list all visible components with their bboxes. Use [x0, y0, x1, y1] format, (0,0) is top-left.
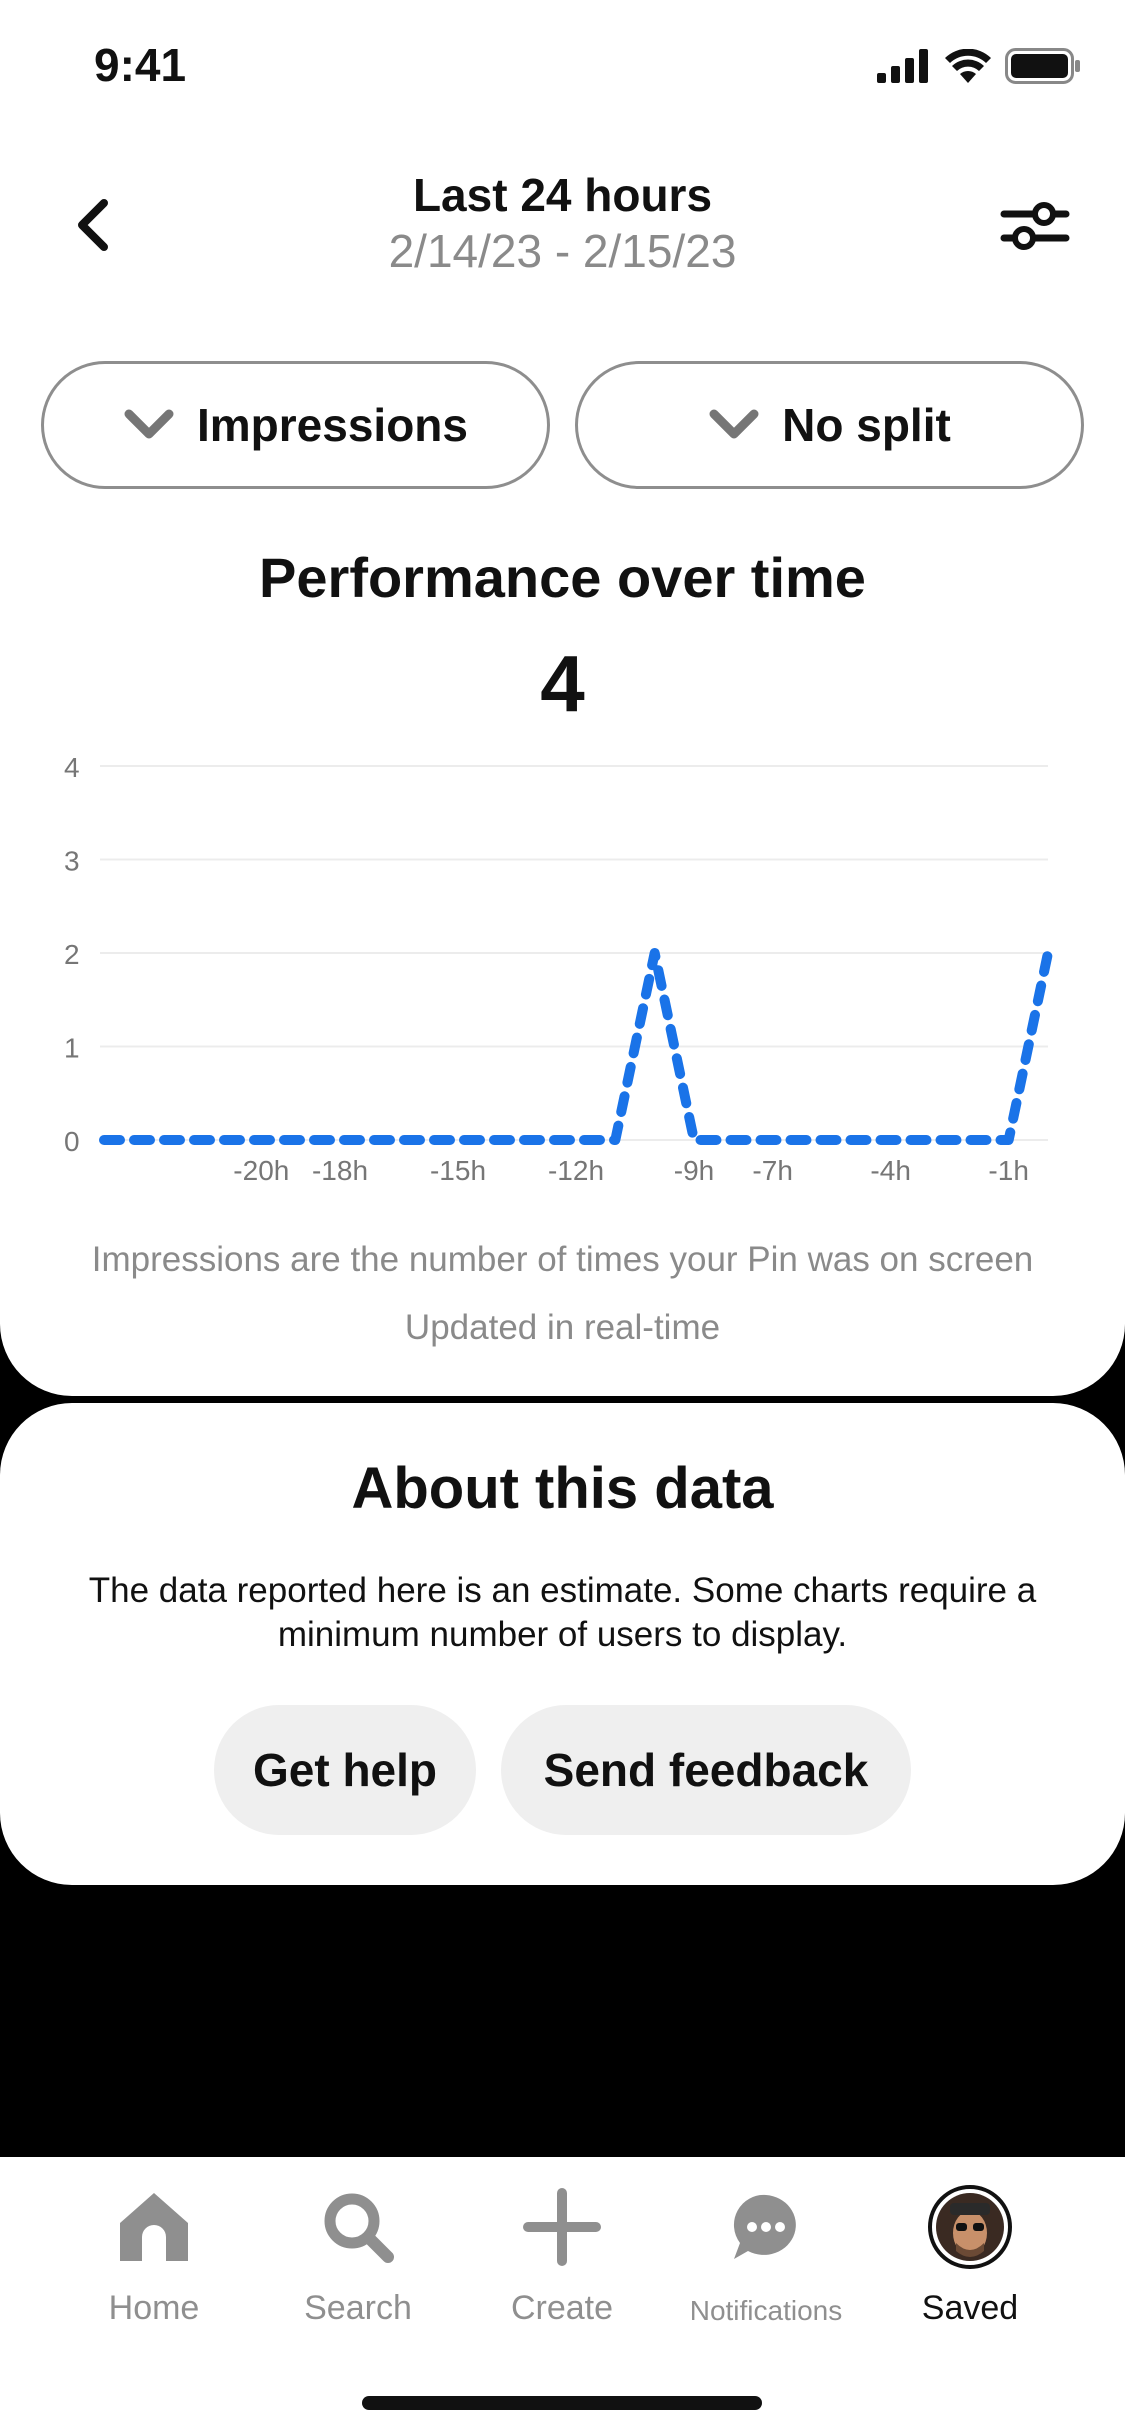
impressions-line-chart[interactable]: 0 1 2 3 4 -20h -18h -15h -12h -9h -7h -4h -1h — [0, 740, 1125, 1200]
chevron-down-icon — [709, 409, 759, 439]
impressions-definition: Impressions are the number of times your… — [91, 1240, 1034, 1279]
tab-create-label: Create — [510, 2289, 614, 2327]
search-icon — [324, 2193, 394, 2263]
x-tick-label: -4h — [870, 1155, 910, 1186]
split-dropdown-label: No split — [782, 399, 951, 451]
tab-search-label: Search — [304, 2289, 412, 2327]
chevron-down-icon — [124, 409, 174, 439]
date-range-subtitle: 2/14/23 - 2/15/23 — [388, 225, 737, 277]
metric-dropdown[interactable]: Impressions — [41, 361, 550, 489]
x-tick-label: -20h — [233, 1155, 289, 1186]
performance-card: 9:41 Last 24 hours 2/14/23 - 2/15/23 Imp… — [0, 0, 1125, 1396]
metric-dropdown-label: Impressions — [197, 399, 468, 451]
updated-note: Updated in real-time — [404, 1308, 721, 1347]
tab-saved-label: Saved — [921, 2289, 1019, 2327]
y-tick-label: 4 — [64, 752, 80, 783]
performance-total: 4 — [540, 639, 585, 728]
wifi-icon — [945, 49, 991, 83]
x-tick-label: -15h — [430, 1155, 486, 1186]
status-icons — [877, 46, 1081, 86]
sliders-icon — [1000, 202, 1070, 250]
y-tick-label: 2 — [64, 939, 80, 970]
tab-search[interactable]: Search — [258, 2177, 458, 2327]
x-tick-label: -9h — [674, 1155, 714, 1186]
y-tick-label: 1 — [64, 1033, 80, 1064]
x-tick-label: -7h — [752, 1155, 792, 1186]
plus-icon — [523, 2188, 601, 2266]
battery-icon — [1005, 48, 1080, 84]
date-range-title[interactable]: Last 24 hours — [0, 168, 1125, 222]
chat-bubble-icon — [733, 2194, 796, 2259]
x-tick-label: -1h — [988, 1155, 1028, 1186]
tab-create[interactable]: Create — [462, 2177, 662, 2327]
status-time: 9:41 — [94, 39, 187, 91]
get-help-button[interactable]: Get help — [214, 1705, 476, 1835]
status-bar: 9:41 — [0, 0, 1125, 140]
tab-notifications-label: Notifications — [689, 2295, 843, 2326]
performance-title: Performance over time — [259, 546, 866, 609]
cellular-signal-icon — [877, 49, 928, 83]
tab-notifications[interactable]: Notifications — [666, 2177, 866, 2327]
header: Last 24 hours 2/14/23 - 2/15/23 — [0, 150, 1125, 290]
avatar — [928, 2185, 1012, 2269]
tab-saved[interactable]: Saved — [870, 2177, 1070, 2327]
about-card: About this data The data reported here i… — [0, 1403, 1125, 1885]
x-tick-label: -12h — [548, 1155, 604, 1186]
bottom-tab-bar: Home Search Create Notifications Saved — [0, 2157, 1125, 2436]
split-dropdown[interactable]: No split — [575, 361, 1084, 489]
send-feedback-button[interactable]: Send feedback — [501, 1705, 911, 1835]
filter-button[interactable] — [1000, 190, 1070, 260]
about-title: About this data — [351, 1456, 774, 1521]
tab-home-label: Home — [108, 2289, 200, 2327]
home-indicator — [362, 2396, 762, 2410]
x-tick-label: -18h — [312, 1155, 368, 1186]
about-body: The data reported here is an estimate. S… — [88, 1571, 1037, 1654]
tab-home[interactable]: Home — [54, 2177, 254, 2327]
home-icon — [120, 2193, 188, 2261]
y-tick-label: 0 — [64, 1126, 80, 1157]
y-tick-label: 3 — [64, 846, 80, 877]
